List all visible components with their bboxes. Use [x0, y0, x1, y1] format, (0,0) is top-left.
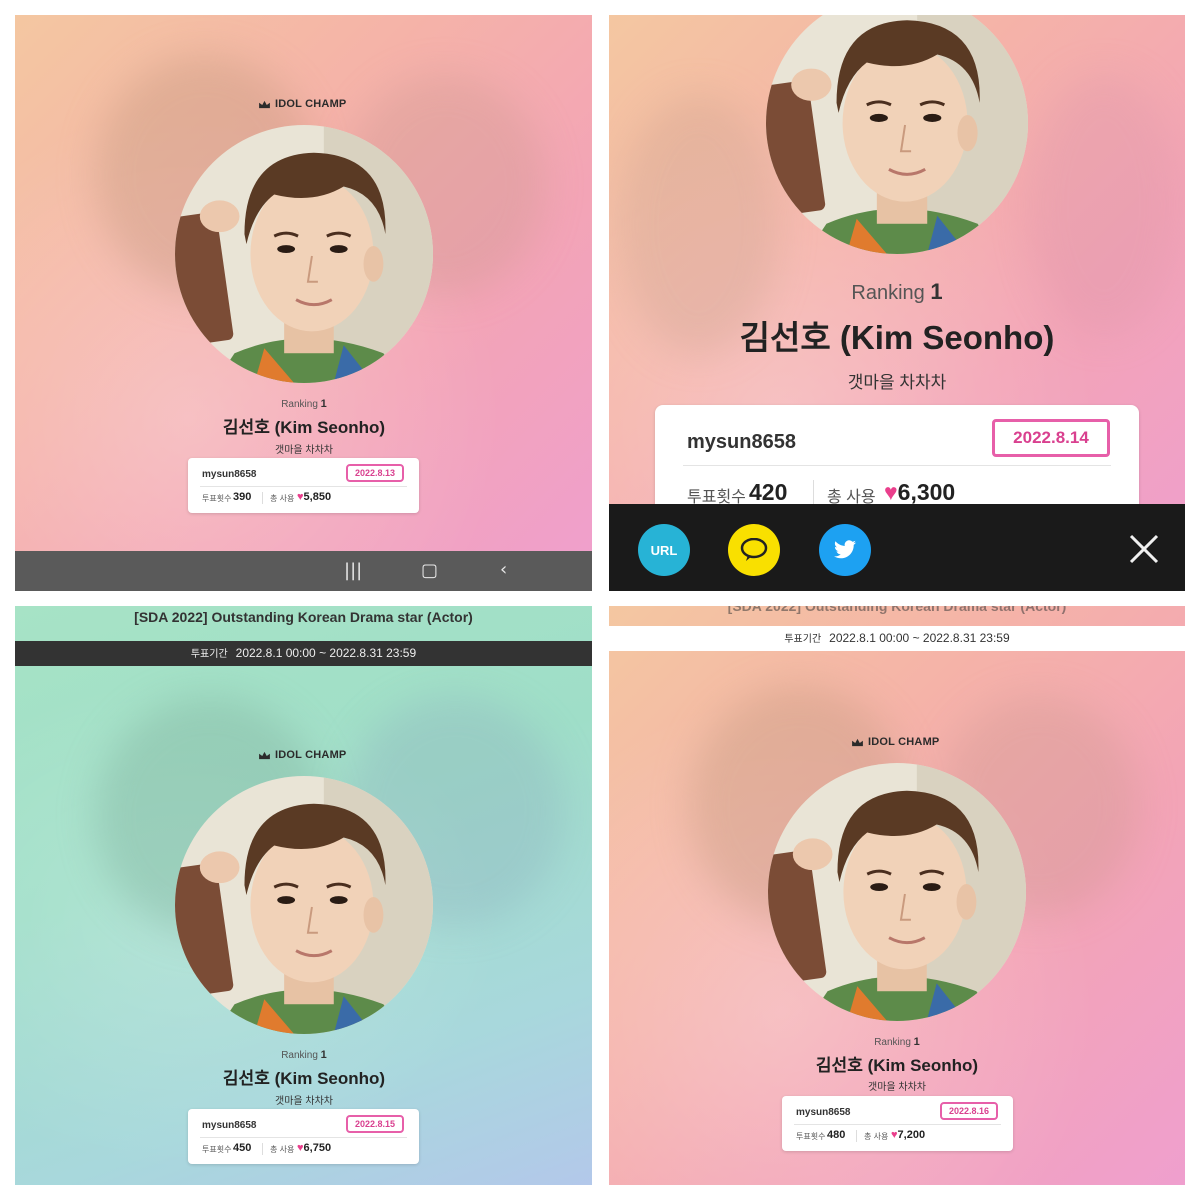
votes-label: 투표횟수	[796, 1132, 826, 1141]
panel-2022-8-16: [SDA 2022] Outstanding Korean Drama star…	[609, 606, 1185, 1185]
logo-text: IDOL CHAMP	[275, 749, 347, 761]
back-icon[interactable]: ‹	[500, 559, 507, 580]
artist-name: 김선호 (Kim Seonho)	[739, 319, 1055, 356]
votes-value: 450	[233, 1142, 252, 1154]
artist-avatar	[175, 125, 433, 383]
username: mysun8658	[796, 1107, 851, 1118]
artist-avatar	[768, 763, 1026, 1021]
card-divider	[200, 486, 407, 487]
crown-icon	[258, 100, 271, 109]
ranking-label: Ranking	[281, 1050, 318, 1061]
card-separator	[262, 492, 263, 504]
logo-text: IDOL CHAMP	[868, 736, 940, 748]
event-title-partial: [SDA 2022] Outstanding Korean Drama star…	[727, 606, 1067, 614]
artist-show: 갯마을 차차차	[868, 1082, 926, 1093]
username: mysun8658	[687, 431, 796, 453]
ranking: Ranking 1	[215, 398, 393, 410]
ranking-value: 1	[320, 1049, 327, 1061]
vote-date-badge: 2022.8.13	[346, 464, 404, 482]
android-navigation-bar: ||| ▢ ‹	[15, 551, 592, 591]
ranking-label: Ranking	[851, 282, 925, 304]
artist-name: 김선호 (Kim Seonho)	[815, 1056, 979, 1075]
total-used-number: 6,750	[303, 1142, 332, 1154]
total-used-label: 총 사용	[270, 494, 295, 503]
vote-card: mysun8658 2022.8.16 투표횟수 480 총 사용 ♥7,200	[782, 1096, 1013, 1151]
ranking-label: Ranking	[874, 1037, 911, 1048]
artist-name: 김선호 (Kim Seonho)	[222, 418, 386, 437]
artist-show: 갯마을 차차차	[847, 373, 947, 392]
panel-2022-8-13: IDOL CHAMP Ranking 1 김선호 (Kim Seonho) 갯마…	[15, 15, 592, 591]
crown-icon	[851, 738, 864, 747]
artist-show: 갯마을 차차차	[275, 1096, 333, 1107]
period-label: 투표기간	[784, 634, 822, 645]
votes-label: 투표횟수	[202, 1145, 232, 1154]
total-used-label: 총 사용	[864, 1132, 889, 1141]
ranking-value: 1	[913, 1036, 920, 1048]
crown-icon	[258, 751, 271, 760]
url-label: URL	[650, 542, 678, 558]
panel-2022-8-15: [SDA 2022] Outstanding Korean Drama star…	[15, 606, 592, 1185]
votes-value: 480	[827, 1129, 846, 1141]
url-share-button[interactable]: URL	[638, 524, 690, 576]
voting-period-bar: 투표기간 2022.8.1 00:00 ~ 2022.8.31 23:59	[15, 641, 592, 666]
ranking-value: 1	[930, 279, 943, 304]
ranking: Ranking 1	[215, 1049, 393, 1061]
period-value: 2022.8.1 00:00 ~ 2022.8.31 23:59	[235, 646, 417, 660]
ranking: Ranking 1	[808, 1036, 986, 1048]
ranking-label: Ranking	[281, 399, 318, 410]
panel-2022-8-14: Ranking 1 김선호 (Kim Seonho) 갯마을 차차차 mysun…	[609, 15, 1185, 591]
idol-champ-logo: IDOL CHAMP	[258, 98, 346, 110]
card-separator	[262, 1143, 263, 1155]
votes-label: 투표횟수	[202, 494, 232, 503]
artist-show: 갯마을 차차차	[275, 445, 333, 456]
total-used-number: 5,850	[303, 491, 332, 503]
vote-card: mysun8658 2022.8.13 투표횟수 390 총 사용 ♥5,850	[188, 458, 419, 513]
kakaotalk-icon	[740, 538, 768, 561]
total-used-value: ♥5,850	[297, 491, 331, 503]
background-blur-shape	[1029, 75, 1179, 335]
ranking: Ranking 1	[797, 279, 997, 305]
logo-text: IDOL CHAMP	[275, 98, 347, 110]
share-bar: URL	[609, 504, 1185, 591]
total-used-value: ♥6,750	[297, 1142, 331, 1154]
idol-champ-logo: IDOL CHAMP	[851, 736, 939, 748]
total-used-number: 6,300	[897, 479, 956, 505]
vote-date-badge: 2022.8.14	[992, 419, 1110, 457]
recent-apps-icon[interactable]: |||	[344, 560, 362, 581]
twitter-share-button[interactable]	[819, 524, 871, 576]
votes-value: 390	[233, 491, 252, 503]
home-icon[interactable]: ▢	[421, 560, 438, 581]
username: mysun8658	[202, 1120, 257, 1131]
voting-period-bar: 투표기간 2022.8.1 00:00 ~ 2022.8.31 23:59	[609, 626, 1185, 651]
twitter-icon	[834, 540, 856, 559]
close-icon[interactable]	[1126, 531, 1162, 567]
card-separator	[856, 1130, 857, 1142]
total-used-number: 7,200	[897, 1129, 926, 1141]
vote-date-badge: 2022.8.16	[940, 1102, 998, 1120]
heart-icon: ♥	[884, 479, 898, 505]
card-separator	[813, 480, 814, 504]
card-divider	[683, 465, 1111, 466]
artist-name: 김선호 (Kim Seonho)	[222, 1069, 386, 1088]
vote-card: mysun8658 2022.8.15 투표횟수 450 총 사용 ♥6,750	[188, 1109, 419, 1164]
total-used-value: ♥6,300	[884, 479, 955, 506]
artist-avatar	[175, 776, 433, 1034]
kakaotalk-share-button[interactable]	[728, 524, 780, 576]
ranking-value: 1	[320, 398, 327, 410]
card-divider	[200, 1137, 407, 1138]
period-value: 2022.8.1 00:00 ~ 2022.8.31 23:59	[829, 631, 1010, 645]
card-divider	[794, 1124, 1001, 1125]
total-used-value: ♥7,200	[891, 1129, 925, 1141]
total-used-label: 총 사용	[270, 1145, 295, 1154]
vote-date-badge: 2022.8.15	[346, 1115, 404, 1133]
username: mysun8658	[202, 469, 257, 480]
period-label: 투표기간	[190, 649, 228, 660]
event-title: [SDA 2022] Outstanding Korean Drama star…	[134, 609, 473, 625]
idol-champ-logo: IDOL CHAMP	[258, 749, 346, 761]
votes-value: 420	[749, 479, 788, 505]
